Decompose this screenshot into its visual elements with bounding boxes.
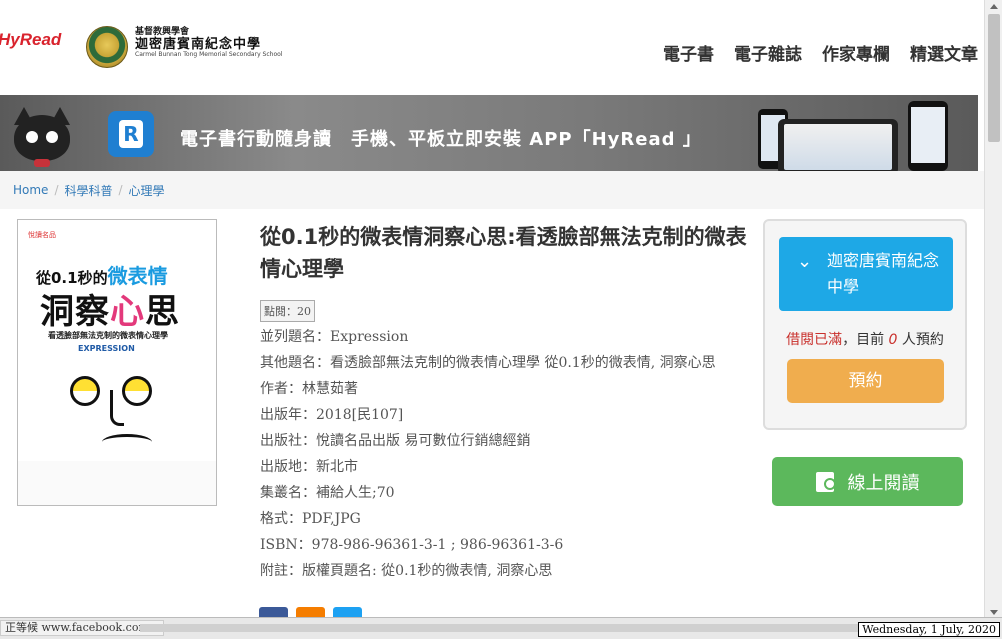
nav-author-columns[interactable]: 作家專欄 (822, 40, 890, 65)
hyread-logo-text: HyRead (0, 30, 62, 49)
read-online-label: 線上閱讀 (847, 472, 920, 494)
mascot-cat-icon (10, 105, 74, 169)
meta-publisher: 出版社：悅讀名品出版 易可數位行銷總經銷 (260, 433, 531, 449)
vertical-scrollbar[interactable] (984, 0, 1002, 619)
hyread-logo[interactable]: HyRead (0, 30, 61, 50)
book-title: 從0.1秒的微表情洞察心思:看透臉部無法克制的微表情心理學 (260, 225, 747, 281)
reserve-button[interactable]: 預約 (787, 359, 944, 403)
meta-pub-year: 出版年：2018[民107] (260, 407, 404, 423)
book-detail: 悅讀名品 從0.1秒的微表情 洞察心思 看透臉部無法克制的微表情心理學 EXPR… (0, 209, 984, 621)
meta-note: 附註：版權頁題名: 從0.1秒的微表情, 洞察心思 (260, 563, 553, 579)
nav-featured-articles[interactable]: 精選文章 (910, 40, 978, 65)
horizontal-scrollbar[interactable] (140, 624, 870, 632)
breadcrumb: Home / 科學科普 / 心理學 (0, 171, 984, 209)
nav-emagazines[interactable]: 電子雜誌 (734, 40, 802, 65)
cover-subtitle: 看透臉部無法克制的微表情心理學 (48, 331, 168, 340)
devices-illustration-icon (758, 101, 958, 171)
breadcrumb-category[interactable]: 科學科普 (64, 182, 112, 199)
read-search-icon (815, 471, 838, 492)
meta-series: 集叢名：補給人生;70 (260, 485, 395, 501)
scroll-down-icon[interactable] (990, 610, 998, 615)
library-select-button[interactable]: ⌄ 迦密唐賓南紀念中學 (779, 237, 953, 311)
meta-author: 作者：林慧茹著 (260, 381, 358, 397)
nav-ebooks[interactable]: 電子書 (663, 40, 714, 65)
view-count-badge: 點閱：20 (260, 300, 315, 322)
cover-title-line2: 洞察心思 (40, 292, 180, 332)
read-online-button[interactable]: 線上閱讀 (772, 457, 963, 506)
meta-parallel-title: 並列題名：Expression (260, 329, 409, 345)
school-english-name: Carmel Bunnan Tong Memorial Secondary Sc… (135, 51, 283, 59)
library-name: 迦密唐賓南紀念中學 (827, 251, 940, 296)
meta-format: 格式：PDF,JPG (260, 511, 361, 527)
date-display: Wednesday, 1 July, 2020 (858, 622, 1000, 637)
cover-english-title: EXPRESSION (78, 344, 135, 353)
hyread-app-icon: R (108, 111, 154, 157)
site-header: HyRead 基督教興學會 迦密唐賓南紀念中學 Carmel Bunnan To… (0, 0, 984, 95)
school-name: 迦密唐賓南紀念中學 (135, 36, 262, 52)
school-logo-text[interactable]: 基督教興學會 迦密唐賓南紀念中學 Carmel Bunnan Tong Memo… (135, 27, 283, 59)
school-emblem-icon[interactable] (86, 26, 128, 68)
banner-text: 電子書行動隨身讀 手機、平板立即安裝 APP「HyRead 」 (180, 129, 702, 150)
chevron-down-icon: ⌄ (797, 251, 813, 272)
borrow-status: 借閱已滿，目前 0 人預約 (786, 332, 944, 348)
main-nav: 電子書 電子雜誌 作家專欄 精選文章 (663, 40, 978, 65)
book-metadata: 並列題名：Expression 其他題名：看透臉部無法克制的微表情心理學 從0.… (260, 324, 735, 584)
scroll-up-icon[interactable] (990, 4, 998, 9)
app-promo-banner[interactable]: R 電子書行動隨身讀 手機、平板立即安裝 APP「HyRead 」 (0, 95, 978, 171)
borrow-panel: ⌄ 迦密唐賓南紀念中學 借閱已滿，目前 0 人預約 預約 (763, 219, 967, 430)
cover-footer (18, 461, 216, 505)
breadcrumb-separator: / (118, 183, 123, 197)
meta-other-title: 其他題名：看透臉部無法克制的微表情心理學 從0.1秒的微表情, 洞察心思 (260, 355, 716, 371)
breadcrumb-separator: / (54, 183, 59, 197)
scroll-thumb[interactable] (988, 14, 1000, 142)
browser-status-bar: 正等候 www.facebook.com... Wednesday, 1 Jul… (0, 617, 1002, 639)
book-cover-image[interactable]: 悅讀名品 從0.1秒的微表情 洞察心思 看透臉部無法克制的微表情心理學 EXPR… (17, 219, 217, 506)
cover-publisher-mark: 悅讀名品 (28, 231, 56, 239)
cover-face-illustration-icon (62, 370, 182, 460)
breadcrumb-home[interactable]: Home (13, 183, 48, 197)
meta-isbn: ISBN：978-986-96361-3-1 ; 986-96361-3-6 (260, 537, 564, 553)
breadcrumb-subcategory[interactable]: 心理學 (129, 182, 165, 199)
meta-pub-place: 出版地：新北市 (260, 459, 358, 475)
